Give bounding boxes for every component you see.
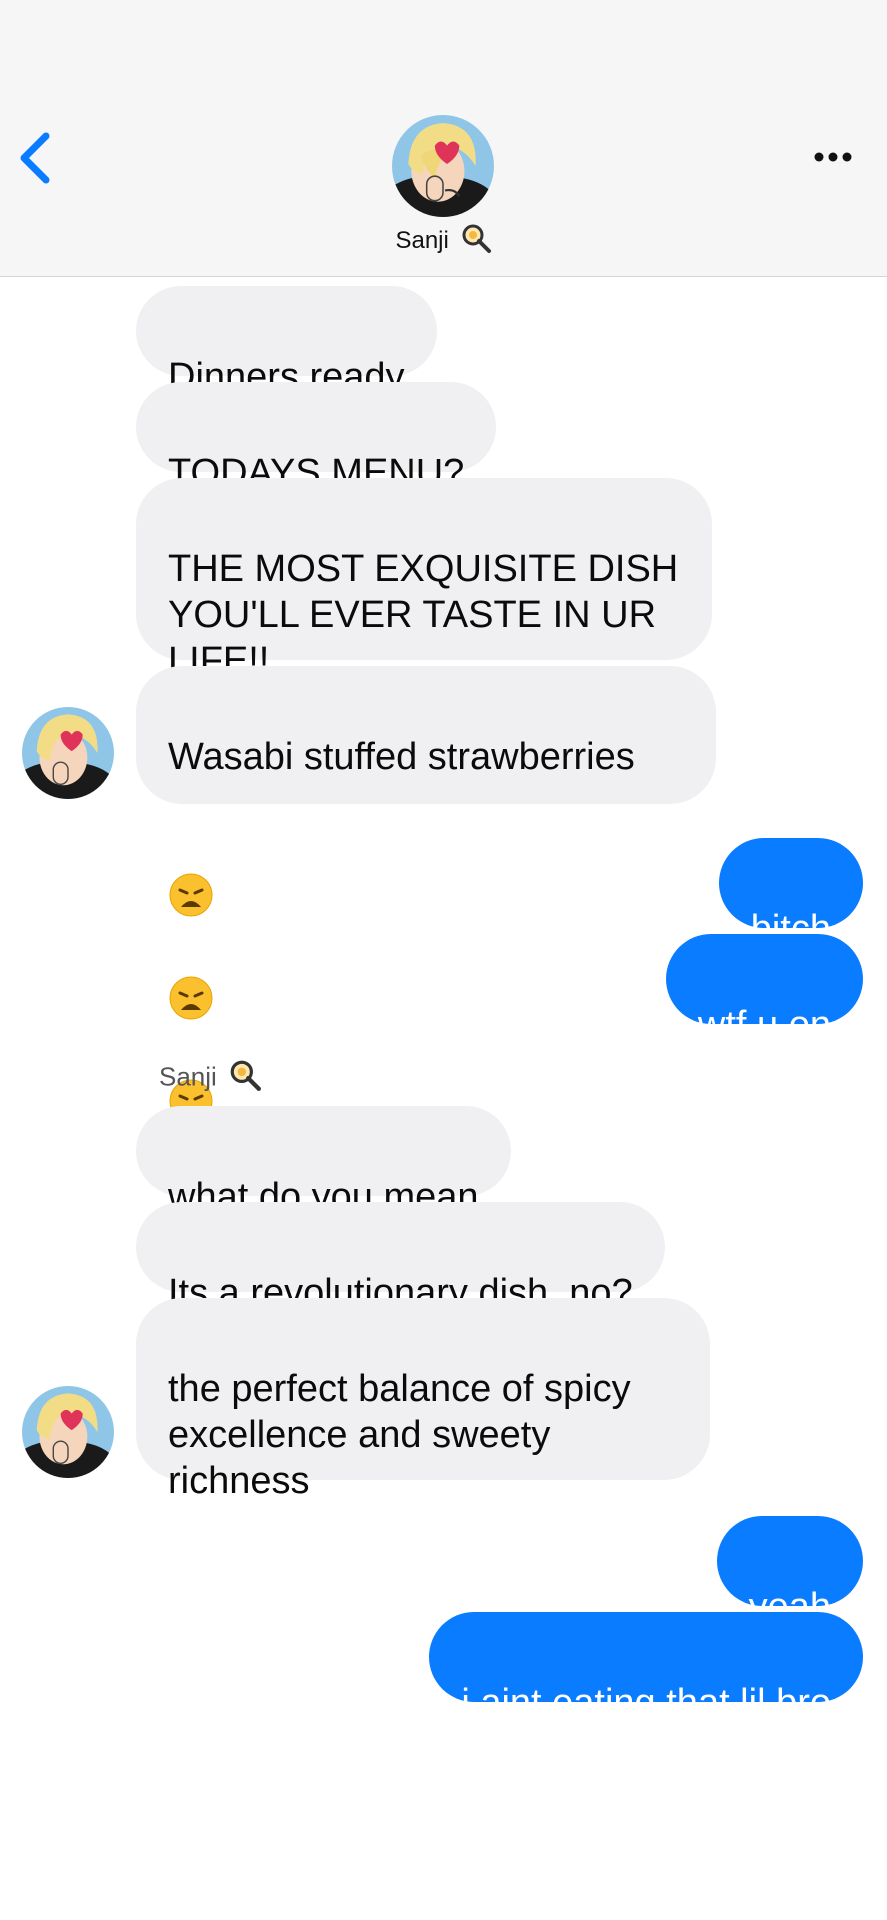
message-text: i aint eating that lil bro — [461, 1682, 831, 1724]
more-options-button[interactable] — [803, 138, 863, 176]
magnifier-icon — [228, 1058, 262, 1099]
contact-avatar[interactable] — [392, 115, 494, 217]
message-bubble-sent[interactable]: bitch — [718, 838, 863, 950]
chevron-left-icon — [20, 132, 50, 184]
message-text: Wasabi stuffed strawberries — [168, 736, 635, 778]
contact-name-text: Sanji — [395, 226, 449, 254]
message-text: the perfect balance of spicy excellence … — [168, 1368, 631, 1502]
message-bubble-received[interactable]: Dinners ready — [136, 286, 437, 398]
message-text: wtf u on — [697, 1004, 831, 1046]
message-bubble-sent[interactable]: i aint eating that lil bro — [429, 1612, 863, 1724]
magnifier-icon — [460, 222, 492, 261]
message-bubble-received[interactable]: the perfect balance of spicy excellence … — [136, 1298, 710, 1502]
sender-avatar[interactable] — [22, 707, 114, 799]
sender-avatar[interactable] — [22, 1386, 114, 1478]
message-bubble-received[interactable]: Wasabi stuffed strawberries — [136, 666, 716, 1123]
contact-name[interactable]: Sanji — [0, 222, 887, 261]
weary-face-icon — [168, 826, 214, 929]
contact-avatar-image — [392, 115, 494, 217]
sender-label: Sanji — [159, 1058, 262, 1099]
ellipsis-icon — [814, 152, 852, 162]
weary-face-icon — [168, 929, 214, 1032]
message-bubble-received[interactable]: TODAYS MENU? — [136, 382, 497, 494]
message-bubble-received[interactable]: Its a revolutionary dish, no? — [136, 1202, 665, 1314]
message-bubble-sent[interactable]: yeah — [716, 1516, 863, 1628]
chat-header: Sanji — [0, 0, 887, 277]
sender-label-text: Sanji — [159, 1061, 217, 1092]
message-text: THE MOST EXQUISITE DISH YOU'LL EVER TAST… — [168, 548, 679, 682]
message-bubble-received[interactable]: THE MOST EXQUISITE DISH YOU'LL EVER TAST… — [136, 478, 712, 682]
back-button[interactable] — [14, 128, 58, 188]
message-bubble-received[interactable]: what do you mean — [136, 1106, 511, 1218]
message-bubble-sent[interactable]: wtf u on — [665, 934, 863, 1046]
